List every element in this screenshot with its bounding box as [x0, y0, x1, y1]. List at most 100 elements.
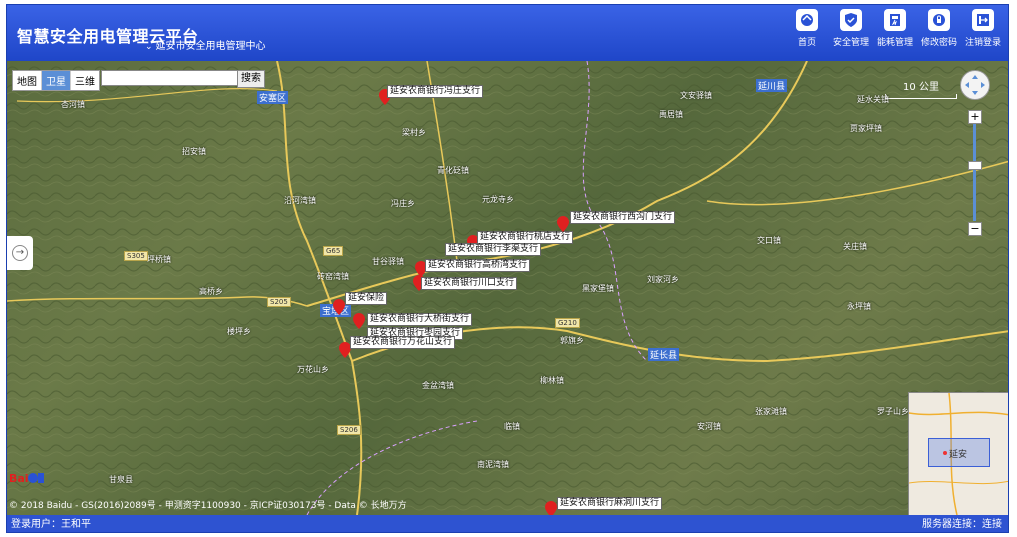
zoom-slider-track[interactable]: [973, 124, 976, 221]
map-type-3d[interactable]: 三维: [71, 71, 99, 90]
place-label: 张家滩镇: [755, 407, 787, 416]
app-window: 智慧安全用电管理云平台 ⌄ 延安市安全用电管理中心 首页 安全管理 能耗管理 修…: [6, 4, 1009, 533]
scale-bar: 10 公里: [885, 78, 957, 99]
pan-control[interactable]: [960, 70, 990, 100]
nav-password-label: 修改密码: [920, 38, 957, 48]
place-label: 临镇: [504, 422, 520, 431]
bank-marker[interactable]: [545, 501, 557, 515]
place-label: 砖窑湾镇: [317, 272, 349, 281]
place-label: 黑家堡镇: [582, 284, 614, 293]
bank-marker[interactable]: [333, 299, 345, 315]
place-label: 延水关镇: [857, 95, 889, 104]
lock-icon: [928, 9, 950, 31]
zoom-in-button[interactable]: +: [968, 110, 982, 124]
place-label: 交口镇: [757, 236, 781, 245]
org-selector[interactable]: ⌄ 延安市安全用电管理中心: [145, 37, 266, 52]
marker-label[interactable]: 延安农商银行李渠支行: [445, 243, 542, 256]
top-nav: 首页 安全管理 能耗管理 修改密码 注销登录: [788, 9, 1002, 48]
map-type-switcher: 地图 卫星 三维: [12, 70, 100, 91]
road-shield: S205: [267, 297, 291, 307]
scale-label: 10 公里: [903, 82, 939, 93]
zoom-out-button[interactable]: −: [968, 222, 982, 236]
place-label: 刘家河乡: [647, 275, 679, 284]
marker-label[interactable]: 延安保险: [345, 292, 388, 305]
district-label: 延川县: [756, 79, 788, 92]
place-label: 柳林镇: [540, 376, 564, 385]
road-shield: G65: [323, 246, 344, 256]
map-type-satellite[interactable]: 卫星: [42, 71, 71, 90]
map-pin-icon: [557, 216, 569, 232]
nav-home[interactable]: 首页: [788, 9, 826, 48]
nav-password[interactable]: 修改密码: [920, 9, 958, 48]
map-pin-icon: [545, 501, 557, 515]
nav-safety-label: 安全管理: [832, 38, 869, 48]
place-label: 禹居镇: [659, 110, 683, 119]
place-label: 沿河湾镇: [284, 196, 316, 205]
scale-line: [885, 94, 957, 99]
place-label: 贾家坪镇: [850, 124, 882, 133]
place-label: 甘泉县: [109, 475, 133, 484]
org-selector-label: 延安市安全用电管理中心: [155, 41, 266, 52]
sidebar-toggle[interactable]: →: [7, 236, 33, 270]
shield-icon: [840, 9, 862, 31]
place-label: 冯庄乡: [391, 199, 415, 208]
place-label: 罗子山乡: [877, 407, 909, 416]
district-label: 延长县: [648, 348, 680, 361]
overview-minimap[interactable]: 延安: [908, 392, 1008, 515]
baidu-logo: Bai: [9, 472, 44, 485]
bank-marker[interactable]: [353, 313, 365, 329]
map-type-map[interactable]: 地图: [13, 71, 42, 90]
chevron-down-icon: ⌄: [145, 42, 153, 52]
zoom-slider-handle[interactable]: [968, 161, 982, 170]
server-status: 服务器连接：连接: [922, 519, 1002, 530]
place-label: 关庄镇: [843, 242, 867, 251]
place-label: 杏河镇: [61, 100, 85, 109]
city-dot: [943, 451, 947, 455]
status-footer: 登录用户：王和平 服务器连接：连接: [7, 515, 1008, 532]
nav-logout-label: 注销登录: [964, 38, 1001, 48]
map-search-button[interactable]: 搜索: [237, 70, 265, 88]
place-label: 青化砭镇: [437, 166, 469, 175]
nav-energy-label: 能耗管理: [876, 38, 913, 48]
nav-energy[interactable]: 能耗管理: [876, 9, 914, 48]
home-icon: [796, 9, 818, 31]
marker-label[interactable]: 延安农商银行川口支行: [421, 277, 518, 290]
nav-home-label: 首页: [797, 38, 816, 48]
marker-label[interactable]: 延安农商银行冯庄支行: [387, 85, 484, 98]
place-label: 金盆湾镇: [422, 381, 454, 390]
marker-label[interactable]: 延安农商银行大桥街支行: [367, 313, 473, 326]
place-label: 南泥湾镇: [477, 460, 509, 469]
place-label: 高桥乡: [199, 287, 223, 296]
arrow-right-icon: →: [12, 245, 28, 261]
marker-label[interactable]: 延安农商银行高桥湾支行: [425, 259, 531, 272]
map-pin-icon: [353, 313, 365, 329]
place-label: 招安镇: [182, 147, 206, 156]
district-label: 安塞区: [257, 91, 289, 104]
road-shield: S305: [124, 251, 148, 261]
top-header: 智慧安全用电管理云平台 ⌄ 延安市安全用电管理中心 首页 安全管理 能耗管理 修…: [7, 5, 1008, 61]
place-label: 坪桥镇: [147, 255, 171, 264]
minimap-city-label: 延安: [949, 450, 968, 460]
marker-label[interactable]: 延安农商银行万花山支行: [350, 336, 456, 349]
svg-text:Bai: Bai: [9, 472, 29, 485]
map-copyright: © 2018 Baidu - GS(2016)2089号 - 甲测资字11009…: [9, 501, 407, 511]
road-shield: S206: [337, 425, 361, 435]
bank-marker[interactable]: [557, 216, 569, 232]
energy-meter-icon: [884, 9, 906, 31]
place-label: 永坪镇: [847, 302, 871, 311]
place-label: 万花山乡: [297, 365, 329, 374]
pan-arrows-icon: [965, 75, 985, 95]
marker-label[interactable]: 延安农商银行西沟门支行: [570, 211, 676, 224]
logout-icon: [972, 9, 994, 31]
place-label: 楼坪乡: [227, 327, 251, 336]
map-search-input[interactable]: [101, 70, 239, 86]
nav-logout[interactable]: 注销登录: [964, 9, 1002, 48]
logged-in-user: 登录用户：王和平: [11, 519, 91, 530]
place-label: 甘谷驿镇: [372, 257, 404, 266]
map-canvas[interactable]: 地图 卫星 三维 搜索 10 公里 + − → 安塞区 延川县 延长县 宝塔区 …: [7, 61, 1008, 515]
marker-label[interactable]: 延安农商银行麻洞川支行: [557, 497, 663, 510]
road-shield: G210: [555, 318, 580, 328]
nav-safety[interactable]: 安全管理: [832, 9, 870, 48]
place-label: 元龙寺乡: [482, 195, 514, 204]
place-label: 安河镇: [697, 422, 721, 431]
